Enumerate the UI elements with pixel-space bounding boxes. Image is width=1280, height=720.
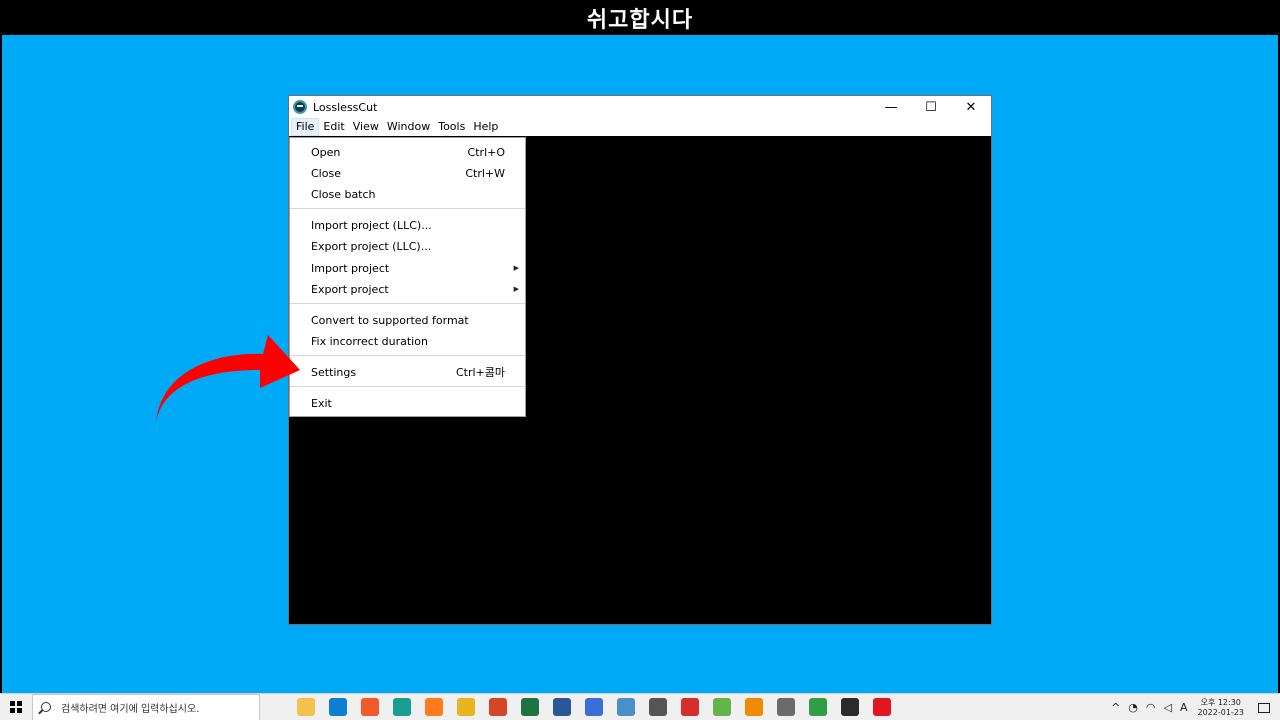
- word-icon[interactable]: [553, 698, 571, 716]
- menu-item-shortcut: Ctrl+O: [467, 145, 505, 159]
- window-controls: — ☐ ✕: [871, 96, 991, 118]
- menu-item-label: Exit: [311, 396, 332, 410]
- menu-item-label: Fix incorrect duration: [311, 334, 428, 348]
- menu-item-close[interactable]: Close Ctrl+W: [290, 163, 525, 183]
- menu-item-label: Export project (LLC)...: [311, 239, 432, 253]
- maximize-icon: ☐: [925, 99, 937, 115]
- maximize-button[interactable]: ☐: [911, 96, 951, 118]
- red-arrow-icon: [156, 335, 300, 423]
- clock[interactable]: 오후 12:30 2022-01-23: [1198, 698, 1245, 718]
- sticky-notes-icon[interactable]: [841, 698, 859, 716]
- taskbar-search-box[interactable]: 검색하려면 여기에 입력하십시오.: [32, 693, 260, 720]
- wifi-icon[interactable]: ◠: [1146, 701, 1156, 714]
- menu-bar: File Edit View Window Tools Help: [289, 118, 991, 136]
- minimize-button[interactable]: —: [871, 96, 911, 118]
- tray-chevron-icon[interactable]: ^: [1111, 701, 1120, 714]
- opera-icon[interactable]: [873, 698, 891, 716]
- menu-item-label: Settings: [311, 365, 357, 379]
- clock-date: 2022-01-23: [1197, 707, 1245, 717]
- losslesscut-logo-icon: [293, 100, 307, 114]
- menu-window[interactable]: Window: [383, 118, 434, 136]
- minimize-icon: —: [884, 99, 898, 115]
- calculator-icon[interactable]: [777, 698, 795, 716]
- submenu-arrow-icon: ▶: [513, 285, 519, 293]
- search-tool-icon[interactable]: [649, 698, 667, 716]
- search-placeholder: 검색하려면 여기에 입력하십시오.: [61, 703, 200, 715]
- menu-item-label: Close: [311, 166, 341, 180]
- ime-indicator[interactable]: A: [1180, 701, 1188, 714]
- menu-item-label: Convert to supported format: [311, 313, 469, 327]
- menu-item-close-batch[interactable]: Close batch: [290, 184, 525, 204]
- menu-separator: [290, 303, 525, 304]
- android-icon[interactable]: [713, 698, 731, 716]
- menu-separator: [290, 386, 525, 387]
- app-icon[interactable]: [393, 698, 411, 716]
- start-button[interactable]: [0, 694, 32, 720]
- file-menu-dropdown: Open Ctrl+O Close Ctrl+W Close batch Imp…: [289, 137, 526, 417]
- excel-icon[interactable]: [521, 698, 539, 716]
- menu-view[interactable]: View: [349, 118, 383, 136]
- menu-item-import-project-llc[interactable]: Import project (LLC)...: [290, 215, 525, 235]
- close-icon: ✕: [965, 99, 977, 115]
- menu-item-export-project[interactable]: Export project ▶: [290, 279, 525, 299]
- menu-item-export-project-llc[interactable]: Export project (LLC)...: [290, 236, 525, 256]
- menu-separator: [290, 355, 525, 356]
- banner-title: 쉬고합시다: [586, 7, 694, 33]
- remote-icon[interactable]: [617, 698, 635, 716]
- windows-logo-icon: [10, 701, 22, 713]
- title-bar[interactable]: LosslessCut — ☐ ✕: [289, 96, 991, 118]
- menu-item-label: Close batch: [311, 187, 376, 201]
- notification-icon[interactable]: [1258, 702, 1270, 713]
- powerpoint-icon[interactable]: [489, 698, 507, 716]
- menu-item-shortcut: Ctrl+콤마: [455, 366, 505, 379]
- menu-separator: [290, 208, 525, 209]
- submenu-arrow-icon: ▶: [513, 264, 519, 272]
- menu-item-exit[interactable]: Exit: [290, 393, 525, 413]
- file-explorer-icon[interactable]: [297, 698, 315, 716]
- menu-item-label: Import project (LLC)...: [311, 218, 432, 232]
- brave-icon[interactable]: [361, 698, 379, 716]
- network-icon[interactable]: ◔: [1128, 701, 1138, 714]
- se-icon[interactable]: [681, 698, 699, 716]
- menu-help[interactable]: Help: [469, 118, 502, 136]
- search-icon: [41, 702, 51, 712]
- vlc-icon[interactable]: [745, 698, 763, 716]
- menu-item-open[interactable]: Open Ctrl+O: [290, 142, 525, 162]
- menu-item-label: Import project: [311, 261, 390, 275]
- menu-item-fix-duration[interactable]: Fix incorrect duration: [290, 331, 525, 351]
- system-tray: ^ ◔ ◠ ◁ A 오후 12:30 2022-01-23: [1107, 694, 1280, 720]
- clock-time: 오후 12:30: [1200, 697, 1241, 707]
- taskbar-apps: [290, 698, 898, 716]
- taskbar: 검색하려면 여기에 입력하십시오. ^ ◔ ◠ ◁ A 오후 12:30 202…: [0, 693, 1280, 720]
- close-button[interactable]: ✕: [951, 96, 991, 118]
- menu-item-convert-format[interactable]: Convert to supported format: [290, 310, 525, 330]
- menu-item-label: Open: [311, 145, 341, 159]
- menu-item-settings[interactable]: Settings Ctrl+콤마: [290, 362, 525, 382]
- menu-file[interactable]: File: [291, 118, 320, 136]
- edge-icon[interactable]: [329, 698, 347, 716]
- hwp-icon[interactable]: [585, 698, 603, 716]
- menu-item-import-project[interactable]: Import project ▶: [290, 258, 525, 278]
- menu-item-label: Export project: [311, 282, 389, 296]
- window-title: LosslessCut: [313, 100, 378, 114]
- menu-edit[interactable]: Edit: [319, 118, 348, 136]
- volume-icon[interactable]: ◁: [1164, 701, 1172, 714]
- top-banner: 쉬고합시다: [0, 0, 1280, 35]
- chrome-alt-icon[interactable]: [809, 698, 827, 716]
- chrome-icon[interactable]: [457, 698, 475, 716]
- menu-tools[interactable]: Tools: [434, 118, 469, 136]
- firefox-icon[interactable]: [425, 698, 443, 716]
- menu-item-shortcut: Ctrl+W: [465, 166, 505, 180]
